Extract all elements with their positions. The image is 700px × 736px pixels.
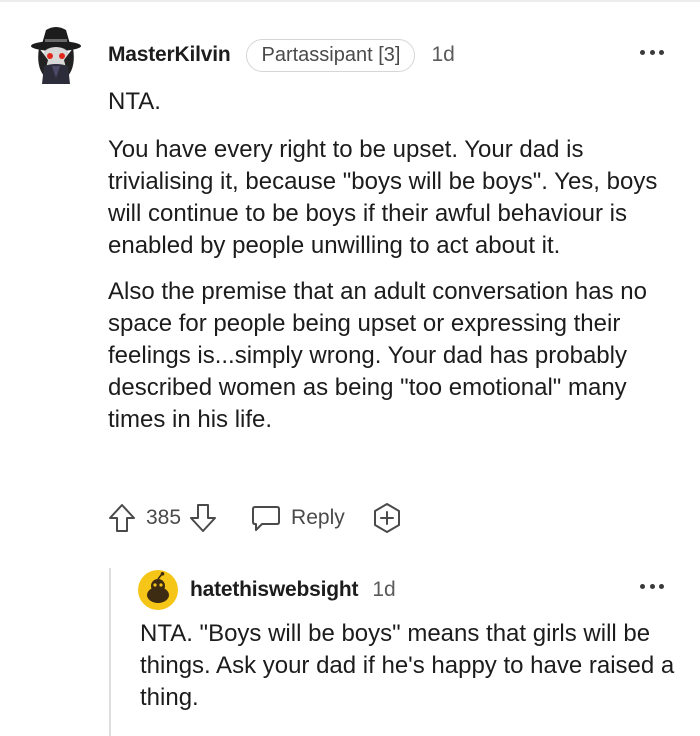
- more-dots-icon: [640, 583, 645, 589]
- comment-body: NTA. You have every right to be upset. Y…: [108, 86, 678, 450]
- upvote-arrow-up-icon[interactable]: [108, 503, 136, 533]
- reply-text: NTA. "Boys will be boys" means that girl…: [140, 620, 675, 711]
- more-dot: [649, 583, 655, 589]
- user-flair: Partassipant [3]: [246, 38, 416, 72]
- user-avatar[interactable]: [30, 26, 86, 86]
- username[interactable]: MasterKilvin: [108, 43, 231, 67]
- downvote-arrow-down-icon[interactable]: [189, 503, 217, 533]
- more-dots-icon: [640, 49, 645, 55]
- reply-user-avatar[interactable]: [138, 570, 178, 610]
- reply-age: 1d: [372, 578, 396, 601]
- comment-action-bar: 385 Reply: [108, 498, 403, 538]
- snoo-avatar-icon: [138, 570, 178, 610]
- comment-paragraph: You have every right to be upset. Your d…: [108, 136, 658, 259]
- award-plus-icon[interactable]: [371, 502, 403, 534]
- reply-body: NTA. "Boys will be boys" means that girl…: [140, 618, 680, 714]
- more-dot: [649, 49, 655, 55]
- reply-label: Reply: [291, 506, 345, 529]
- comment-paragraph: Also the premise that an adult conversat…: [108, 278, 647, 433]
- more-dot: [659, 49, 664, 55]
- reply-more-options-button[interactable]: [640, 576, 664, 596]
- comment-age: 1d: [431, 43, 455, 66]
- more-options-button[interactable]: [640, 42, 664, 62]
- top-divider: [0, 0, 700, 2]
- thread-line[interactable]: [109, 568, 111, 736]
- more-dot: [659, 583, 664, 589]
- reply-button[interactable]: Reply: [251, 504, 345, 532]
- reply-username[interactable]: hatethiswebsight: [190, 578, 359, 602]
- reply-header: hatethiswebsight 1d: [190, 574, 396, 606]
- vote-score: 385: [146, 506, 182, 529]
- comment-header: MasterKilvin Partassipant [3] 1d: [108, 36, 455, 74]
- snoo-avatar-icon: [31, 27, 81, 84]
- speech-bubble-icon: [252, 506, 281, 531]
- comment-paragraph: NTA.: [108, 88, 161, 115]
